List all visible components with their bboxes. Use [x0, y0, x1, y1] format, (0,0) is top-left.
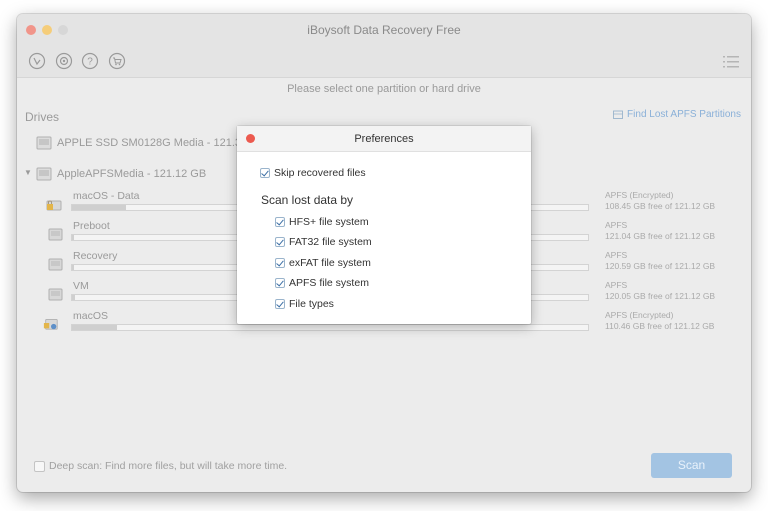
disk-name: AppleAPFSMedia - 121.12 GB	[57, 168, 207, 180]
partition-search-icon	[613, 110, 623, 119]
filesystem-label: APFS (Encrypted)	[605, 310, 674, 320]
apfs-label: APFS file system	[289, 277, 369, 289]
deep-scan-option[interactable]: Deep scan: Find more files, but will tak…	[34, 460, 287, 472]
fat32-option[interactable]: FAT32 file system	[275, 236, 372, 248]
volume-icon	[48, 288, 63, 301]
skip-recovered-label: Skip recovered files	[274, 167, 366, 179]
skip-recovered-option[interactable]: Skip recovered files	[260, 167, 366, 179]
partition-name: VM	[73, 280, 89, 292]
filesystem-label: APFS (Encrypted)	[605, 190, 674, 200]
exfat-checkbox[interactable]	[275, 258, 285, 268]
partition-name: Recovery	[73, 250, 118, 262]
file-types-label: File types	[289, 298, 334, 310]
hard-drive-icon	[36, 167, 52, 181]
file-types-option[interactable]: File types	[275, 298, 334, 310]
volume-icon	[48, 228, 63, 241]
apfs-checkbox[interactable]	[275, 278, 285, 288]
dialog-title: Preferences	[354, 133, 414, 145]
dialog-header: Preferences	[237, 126, 531, 152]
free-space-label: 110.46 GB free of 121.12 GB	[605, 321, 715, 331]
partition-details: APFS 121.04 GB free of 121.12 GB	[605, 220, 715, 242]
title-bar: iBoysoft Data Recovery Free	[17, 14, 751, 45]
skip-recovered-checkbox[interactable]	[260, 168, 270, 178]
locked-volume-icon	[46, 200, 62, 211]
hfs-checkbox[interactable]	[275, 217, 285, 227]
free-space-label: 120.59 GB free of 121.12 GB	[605, 261, 716, 271]
usage-fill	[72, 325, 118, 330]
partition-details: APFS (Encrypted) 110.46 GB free of 121.1…	[605, 310, 714, 332]
recover-icon[interactable]	[28, 52, 46, 70]
partition-name: Preboot	[73, 220, 110, 232]
filesystem-label: APFS	[605, 250, 628, 260]
disk-name: APPLE SSD SM0128G Media - 121.33	[57, 137, 248, 149]
fat32-label: FAT32 file system	[289, 236, 372, 248]
free-space-label: 108.45 GB free of 121.12 GB	[605, 201, 716, 211]
hfs-label: HFS+ file system	[289, 216, 369, 228]
hfs-option[interactable]: HFS+ file system	[275, 216, 369, 228]
list-menu-icon[interactable]	[723, 55, 739, 69]
svg-text:?: ?	[87, 57, 93, 68]
disclosure-triangle-icon[interactable]: ▼	[24, 168, 32, 177]
usage-fill	[72, 295, 75, 300]
find-apfs-partitions-label: Find Lost APFS Partitions	[627, 109, 741, 120]
partition-name: macOS	[73, 310, 109, 322]
partition-details: APFS 120.59 GB free of 121.12 GB	[605, 250, 715, 272]
partition-usage-bar	[71, 324, 589, 331]
find-apfs-partitions-link[interactable]: Find Lost APFS Partitions	[613, 109, 741, 120]
deep-scan-checkbox[interactable]	[34, 460, 45, 472]
help-icon[interactable]: ?	[81, 52, 99, 70]
fat32-checkbox[interactable]	[275, 237, 285, 247]
partition-name: macOS - Data	[73, 190, 140, 202]
usage-fill	[72, 265, 74, 270]
apfs-option[interactable]: APFS file system	[275, 277, 369, 289]
drives-header: Drives	[25, 110, 60, 124]
usage-fill	[72, 235, 74, 240]
partition-details: APFS (Encrypted) 108.45 GB free of 121.1…	[605, 190, 715, 212]
exfat-label: exFAT file system	[289, 257, 371, 269]
partition-details: APFS 120.05 GB free of 121.12 GB	[605, 280, 715, 302]
free-space-label: 120.05 GB free of 121.12 GB	[605, 291, 716, 301]
hard-drive-icon	[36, 136, 52, 150]
scan-by-heading: Scan lost data by	[261, 193, 354, 207]
file-types-checkbox[interactable]	[275, 299, 285, 309]
volume-icon	[48, 258, 63, 271]
exfat-option[interactable]: exFAT file system	[275, 257, 371, 269]
locked-system-volume-icon	[43, 319, 58, 330]
window-title: iBoysoft Data Recovery Free	[307, 23, 461, 37]
preferences-dialog: Preferences Skip recovered files Scan lo…	[237, 126, 531, 324]
free-space-label: 121.04 GB free of 121.12 GB	[605, 231, 716, 241]
usage-fill	[72, 205, 127, 210]
cart-icon[interactable]	[108, 52, 126, 70]
filesystem-label: APFS	[605, 220, 628, 230]
scan-button[interactable]: Scan	[651, 453, 732, 478]
deep-scan-label: Deep scan: Find more files, but will tak…	[49, 460, 288, 472]
settings-icon[interactable]	[55, 52, 73, 70]
filesystem-label: APFS	[605, 280, 628, 290]
selection-prompt: Please select one partition or hard driv…	[287, 83, 481, 95]
toolbar: ?	[17, 45, 751, 78]
